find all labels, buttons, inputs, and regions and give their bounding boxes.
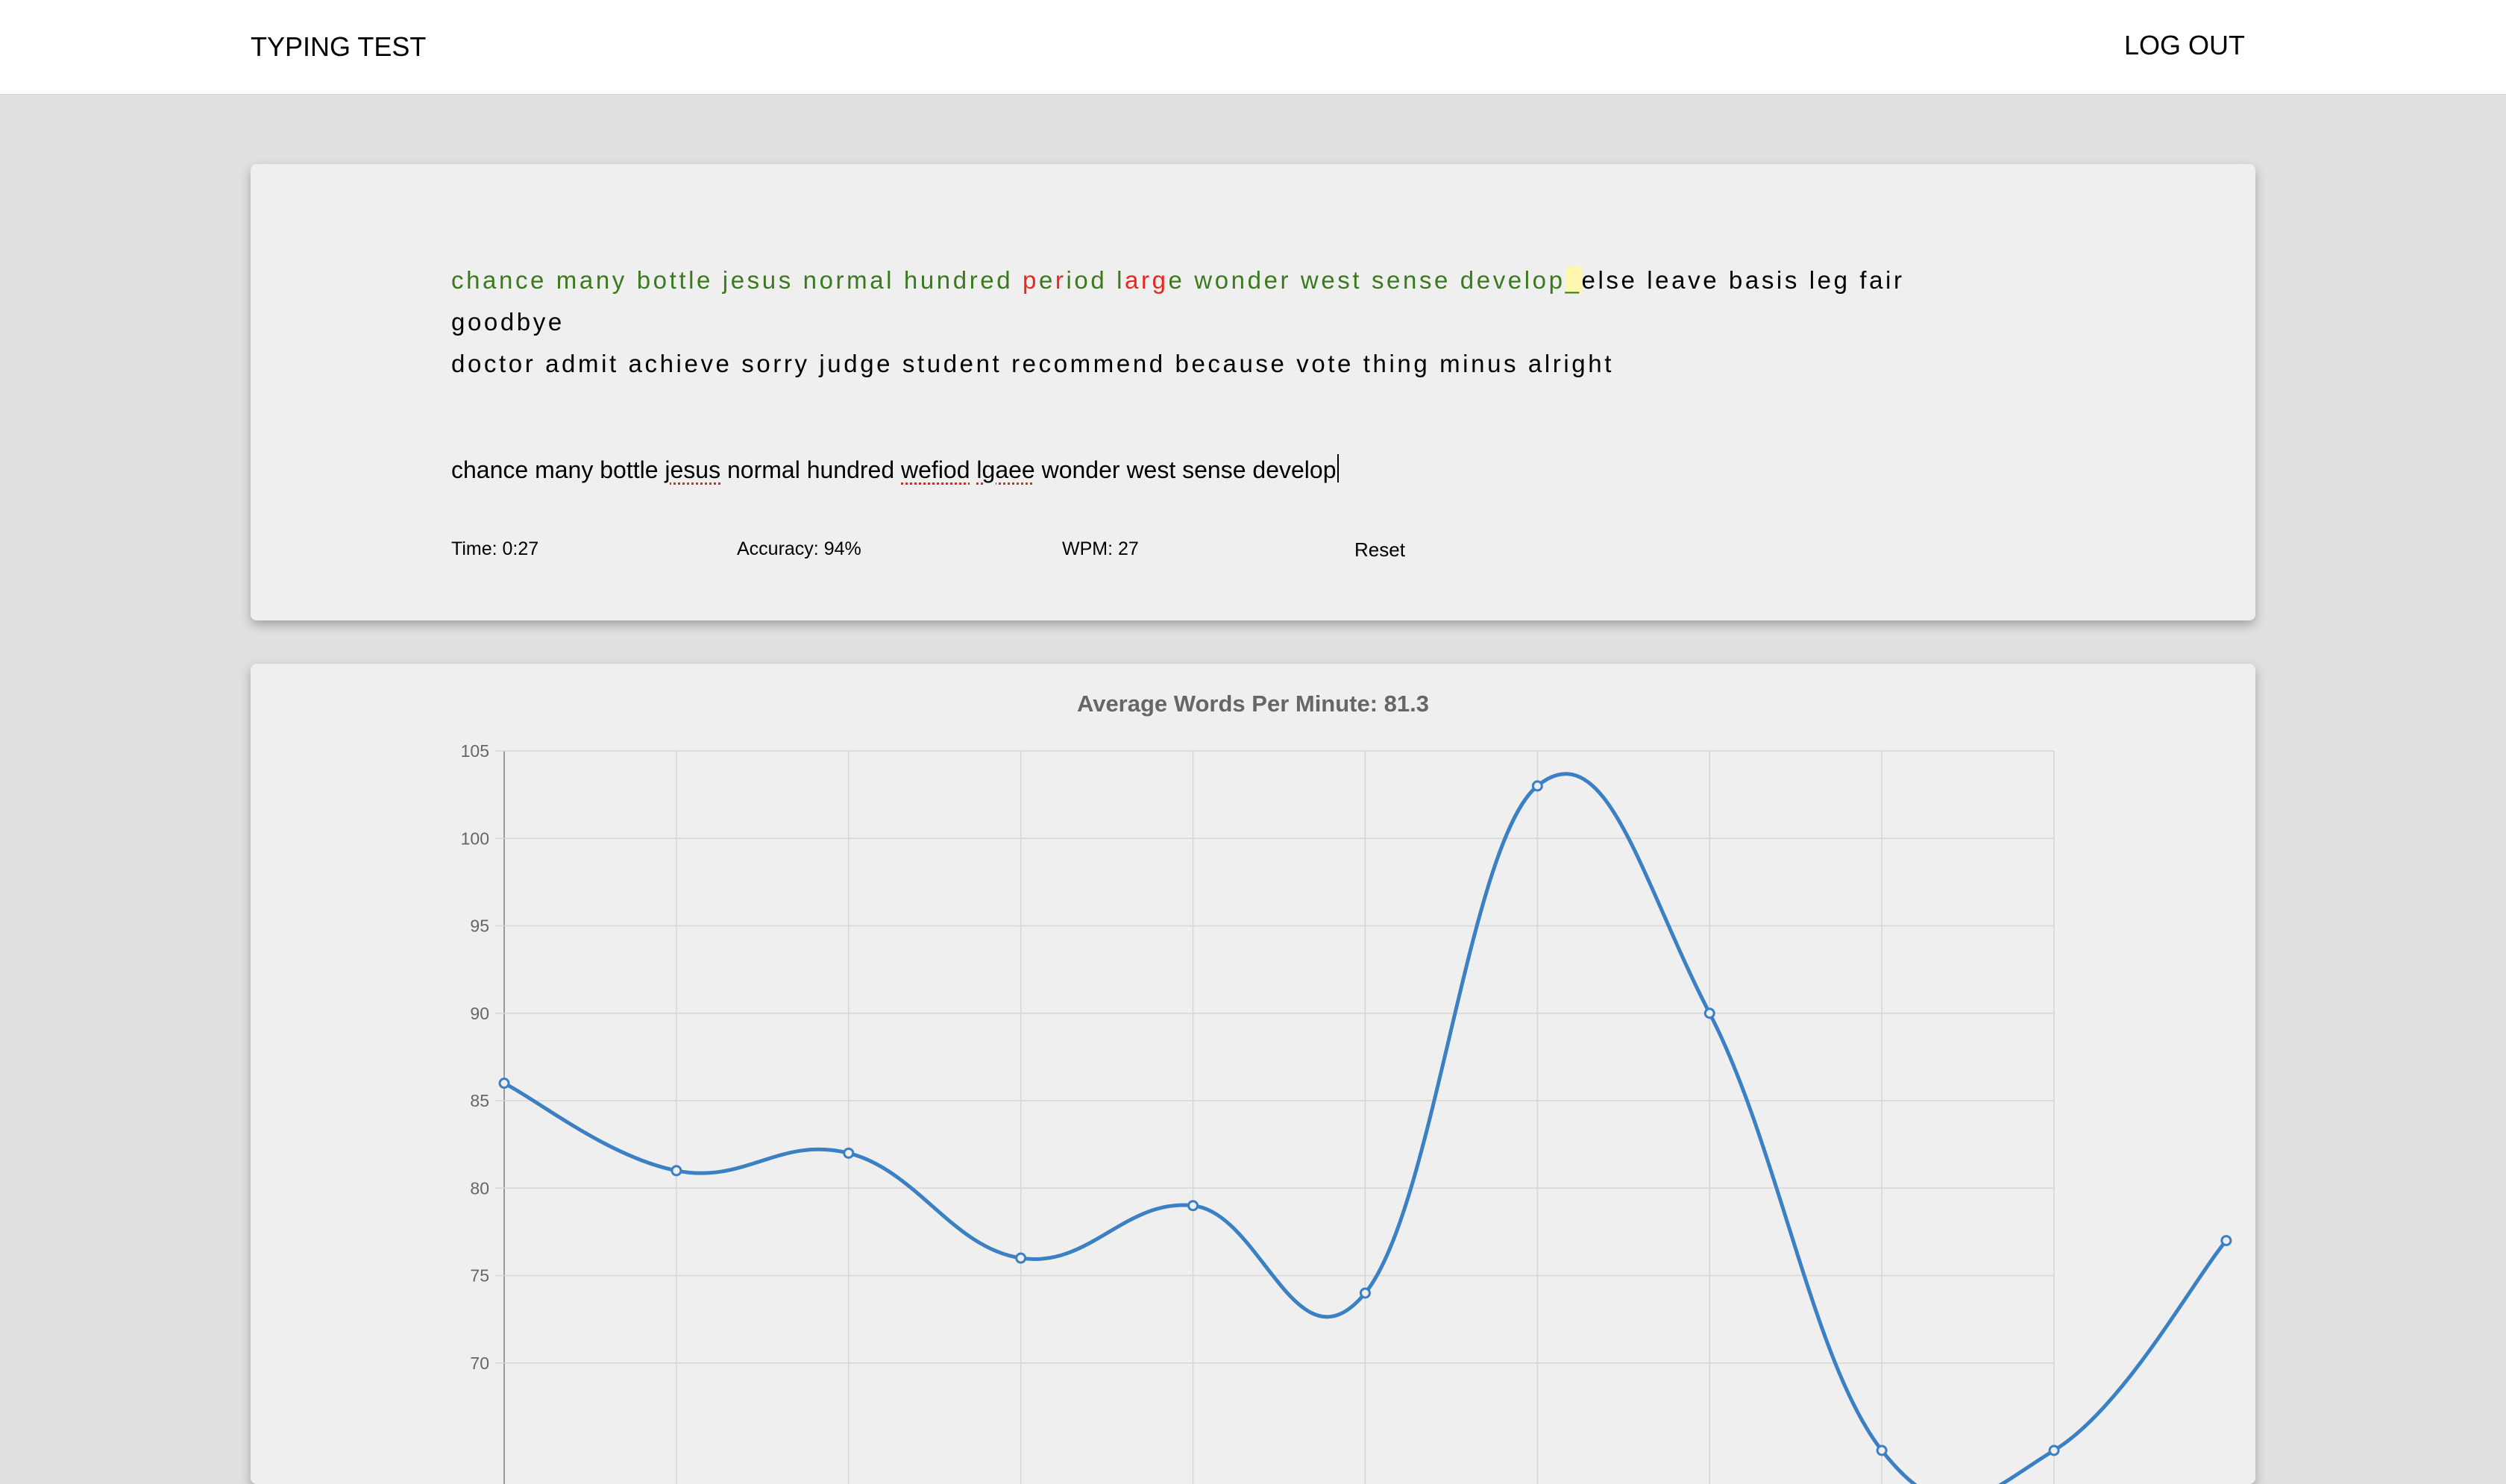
data-point	[1876, 1444, 1888, 1456]
typed-segment: normal hundred	[720, 456, 902, 483]
typed-segment: chance many bottle	[451, 456, 665, 483]
prompt-line-2: doctor admit achieve sorry judge student…	[451, 350, 1614, 377]
prompt-char: i	[1066, 266, 1075, 294]
y-tick-label: 75	[470, 1266, 489, 1286]
y-tick-label: 100	[461, 829, 489, 848]
prompt-word: many	[556, 266, 627, 294]
y-tick-label: 85	[470, 1091, 489, 1110]
data-point	[843, 1147, 855, 1159]
prompt-char: d	[1090, 266, 1108, 294]
data-point	[1015, 1252, 1027, 1264]
typed-segment: wonder west sense develop	[1034, 456, 1337, 483]
data-point	[1703, 1007, 1715, 1019]
prompt-char: r	[1055, 266, 1067, 294]
wpm-chart-card: Average Words Per Minute: 81.3 105 100 95 9…	[251, 664, 2255, 1484]
prompt-word: bottle	[636, 266, 714, 294]
prompt-char: p	[1022, 266, 1039, 294]
data-point	[2220, 1235, 2232, 1247]
typing-input[interactable]: chance many bottle jesus normal hundred …	[451, 454, 1339, 484]
wpm-line-chart: 105 100 95 90 85 80 75 70	[461, 741, 2232, 1484]
y-tick-label: 70	[470, 1353, 489, 1373]
data-point	[1359, 1287, 1371, 1299]
prompt-char: a	[1125, 266, 1141, 294]
logout-link[interactable]: LOG OUT	[2124, 30, 2245, 61]
prompt-text: chance many bottle jesus normal hundred …	[451, 260, 2017, 385]
prompt-char: e	[1038, 266, 1055, 294]
prompt-char: o	[1074, 266, 1091, 294]
prompt-char: e	[1168, 266, 1185, 294]
top-navbar: TYPING TEST LOG OUT	[0, 0, 2506, 95]
prompt-word: jesus	[722, 266, 794, 294]
misspelled-word: wefiod	[901, 456, 970, 483]
y-tick-label: 80	[470, 1178, 489, 1198]
data-point	[498, 1078, 510, 1090]
misspelled-word: lgaee	[976, 456, 1035, 483]
prompt-word: hundred	[903, 266, 1014, 294]
prompt-char: g	[1152, 266, 1169, 294]
data-point	[2048, 1444, 2060, 1456]
y-tick-label: 105	[461, 741, 489, 761]
stats-bar: Time: 0:27 Accuracy: 94% WPM: 27 Reset	[251, 538, 2255, 568]
prompt-char: r	[1141, 266, 1152, 294]
data-point	[1187, 1200, 1199, 1212]
y-tick-label: 95	[470, 917, 489, 936]
wpm-stat: WPM: 27	[1062, 538, 1139, 559]
y-tick-label: 90	[470, 1004, 489, 1023]
prompt-word: develop	[1460, 266, 1566, 294]
reset-button[interactable]: Reset	[1344, 534, 1416, 566]
time-stat: Time: 0:27	[451, 538, 539, 559]
prompt-word: period	[1023, 266, 1107, 294]
prompt-word: wonder	[1194, 266, 1292, 294]
prompt-word: chance	[451, 266, 547, 294]
current-char-cursor: _	[1565, 266, 1582, 294]
misspelled-word: jesus	[665, 456, 721, 483]
prompt-line-1: chance many bottle jesus normal hundred …	[451, 260, 2017, 343]
accuracy-stat: Accuracy: 94%	[737, 538, 861, 559]
app-title[interactable]: TYPING TEST	[251, 31, 426, 63]
text-caret	[1337, 454, 1339, 482]
typing-test-card: chance many bottle jesus normal hundred …	[251, 164, 2255, 620]
prompt-word: west	[1300, 266, 1363, 294]
prompt-char: l	[1117, 266, 1125, 294]
data-point	[671, 1165, 682, 1177]
data-point	[1531, 780, 1543, 792]
prompt-word: normal	[803, 266, 895, 294]
prompt-word: sense	[1371, 266, 1451, 294]
prompt-word: large	[1117, 266, 1184, 294]
